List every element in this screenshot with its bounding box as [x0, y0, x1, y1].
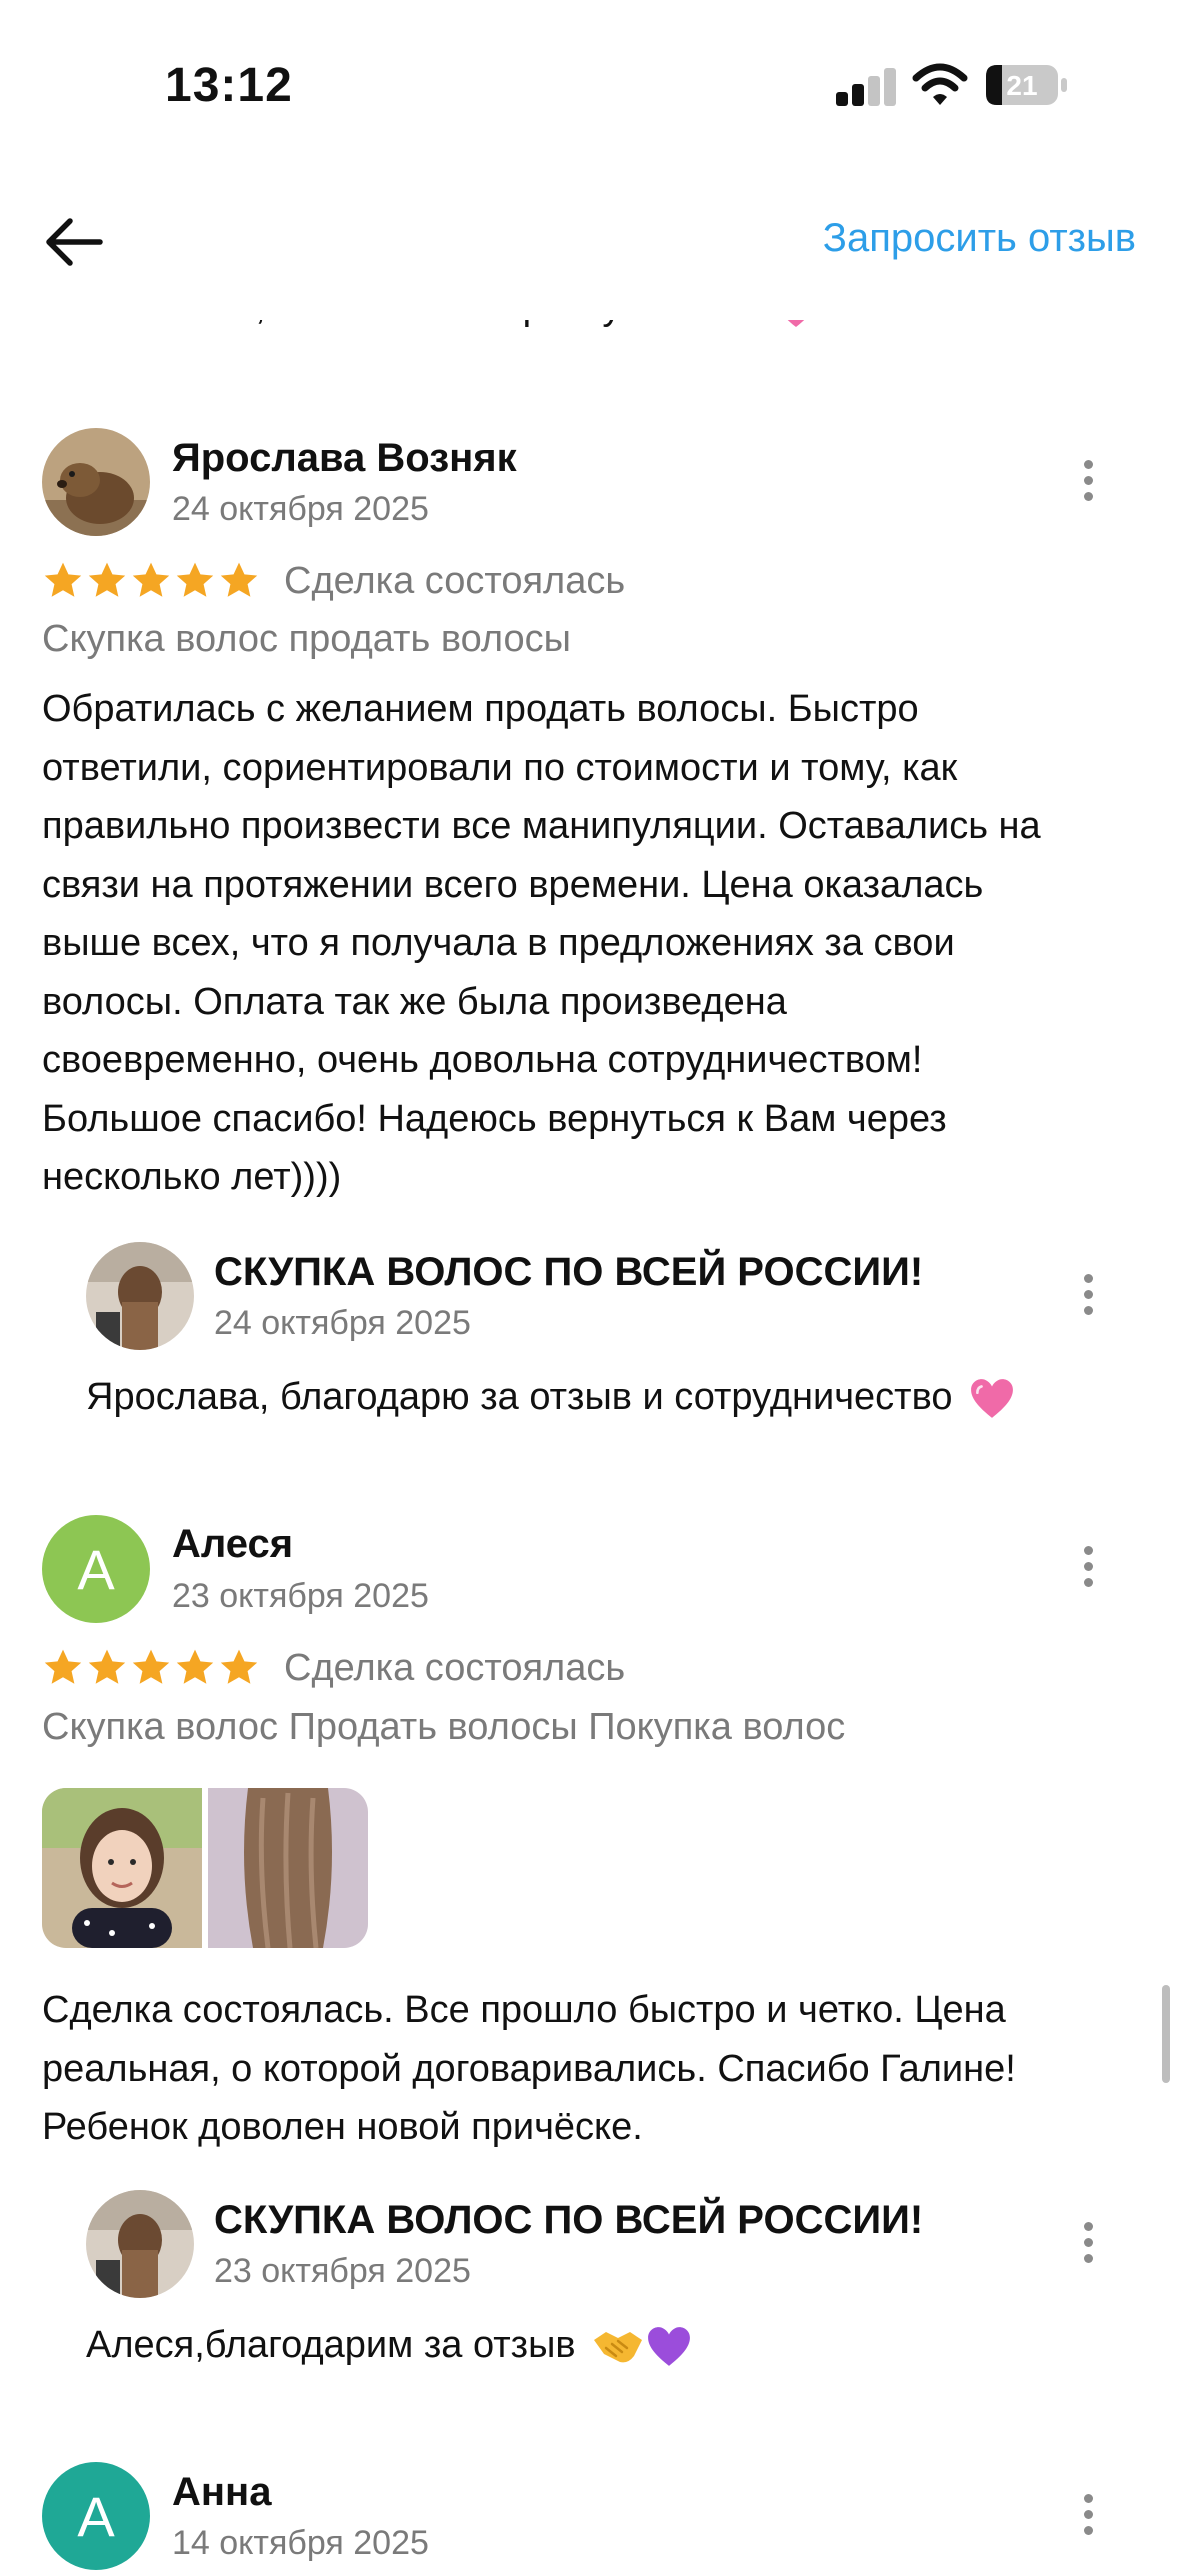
deal-status: Сделка состоялась — [284, 560, 626, 602]
seller-avatar[interactable] — [86, 1242, 194, 1350]
reply-text-content: Ярослава, благодарю за отзыв и сотруднич… — [86, 1376, 953, 1418]
review-text-line: несколько лет)))) — [42, 1156, 342, 1198]
star-icon — [220, 1649, 258, 1684]
star-icon — [176, 1649, 214, 1684]
review-tags: Скупка волос Продать волосы Покупка воло… — [42, 1706, 846, 1748]
reply-date: 23 октября 2025 — [214, 2252, 471, 2290]
reply-author: СКУПКА ВОЛОС ПО ВСЕЙ РОССИИ! — [214, 1250, 924, 1294]
reply-author: СКУПКА ВОЛОС ПО ВСЕЙ РОССИИ! — [214, 2198, 924, 2242]
review-photo[interactable] — [208, 1788, 368, 1948]
scrollbar[interactable] — [1162, 1985, 1170, 2083]
review-text: Сделка состоялась. Все прошло быстро и ч… — [42, 1981, 1142, 2157]
review-photo[interactable] — [42, 1788, 202, 1948]
star-icon — [220, 562, 258, 597]
star-icon — [176, 562, 214, 597]
review-text: Обратилась с желанием продать волосы. Бы… — [42, 680, 1142, 1207]
review-text-line: своевременно, очень довольна сотрудничес… — [42, 1039, 923, 1081]
star-icon — [132, 1649, 170, 1684]
review-date: 14 октября 2025 — [172, 2524, 429, 2562]
back-arrow-icon[interactable] — [42, 212, 106, 272]
heart-emoji-icon — [971, 1379, 1013, 1418]
more-vertical-icon[interactable] — [1068, 1536, 1108, 1596]
deal-status: Сделка состоялась — [284, 1647, 626, 1689]
reply-text-content: Алеся,благодарим за отзыв — [86, 2324, 576, 2366]
star-icon — [44, 1649, 82, 1684]
avatar[interactable]: А — [42, 2462, 150, 2570]
more-vertical-icon[interactable] — [1068, 450, 1108, 510]
avatar[interactable] — [42, 428, 150, 536]
review-text-line: Сделка состоялась. Все прошло быстро и ч… — [42, 1989, 1006, 2031]
review-date: 24 октября 2025 — [172, 490, 429, 528]
star-icon — [88, 1649, 126, 1684]
seller-avatar[interactable] — [86, 2190, 194, 2298]
review-date: 23 октября 2025 — [172, 1577, 429, 1615]
avatar-letter: А — [77, 2484, 115, 2548]
rating-stars — [42, 560, 260, 606]
review-author: Ярослава Возняк — [172, 436, 517, 480]
review-author: Анна — [172, 2470, 272, 2514]
review-author: Алеся — [172, 1522, 294, 1566]
more-vertical-icon[interactable] — [1068, 2212, 1108, 2272]
review-text-line: Обратилась с желанием продать волосы. Бы… — [42, 688, 919, 730]
review-text-line: связи на протяжении всего времени. Цена … — [42, 863, 984, 906]
review-tags: Скупка волос продать волосы — [42, 618, 571, 660]
review-text-line: реальная, о которой договаривались. Спас… — [42, 2047, 1016, 2090]
review-text-line: выше всех, что я получала в предложениях… — [42, 922, 955, 964]
reviews-list[interactable]: Светлана, спасибо за обратную связь Ярос… — [0, 0, 1178, 2570]
rating-stars — [42, 1647, 260, 1693]
review-text-line: Большое спасибо! Надеюсь вернуться к Вам… — [42, 1097, 947, 1140]
reply-text: Ярослава, благодарю за отзыв и сотруднич… — [86, 1376, 1015, 1420]
more-vertical-icon[interactable] — [1068, 2484, 1108, 2544]
review-text-line: ответили, сориентировали по стоимости и … — [42, 746, 958, 789]
purple-heart-emoji-icon — [648, 2327, 691, 2366]
avatar-letter: А — [77, 1537, 115, 1601]
review-text-line: волосы. Оплата так же была произведена — [42, 980, 787, 1023]
handshake-emoji-icon — [594, 2331, 643, 2363]
more-vertical-icon[interactable] — [1068, 1264, 1108, 1324]
reply-date: 24 октября 2025 — [214, 1304, 471, 1342]
star-icon — [132, 562, 170, 597]
star-icon — [88, 562, 126, 597]
request-review-link[interactable]: Запросить отзыв — [823, 216, 1136, 261]
reply-text: Алеся,благодарим за отзыв — [86, 2324, 692, 2368]
star-icon — [44, 562, 82, 597]
review-text-line: Ребенок доволен новой причёске. — [42, 2106, 643, 2148]
avatar[interactable]: А — [42, 1515, 150, 1623]
review-text-line: правильно произвести все манипуляции. Ос… — [42, 805, 1041, 847]
